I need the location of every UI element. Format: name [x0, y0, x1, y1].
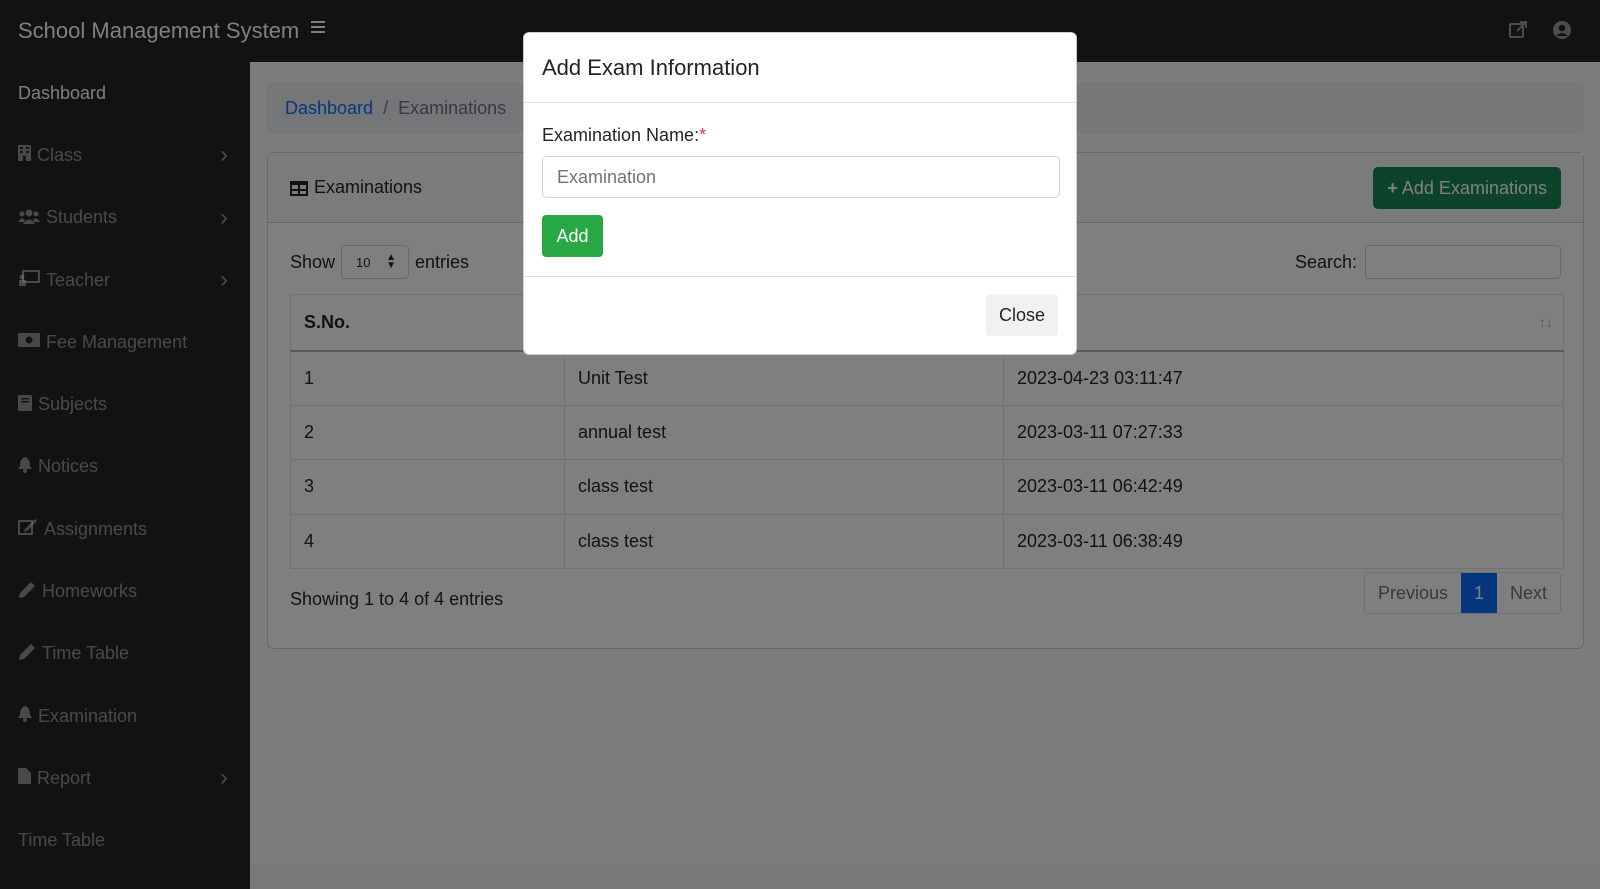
- close-button[interactable]: Close: [986, 294, 1058, 336]
- add-exam-modal: Add Exam Information Examination Name:* …: [523, 32, 1077, 355]
- add-button[interactable]: Add: [542, 215, 603, 257]
- required-mark: *: [699, 125, 707, 145]
- examination-name-input[interactable]: [542, 156, 1060, 198]
- modal-body: Examination Name:* Add: [524, 103, 1076, 277]
- modal-title: Add Exam Information: [542, 54, 760, 80]
- modal-footer: Close: [524, 277, 1076, 355]
- examination-name-label: Examination Name:*: [542, 125, 707, 145]
- modal-header: Add Exam Information: [524, 33, 1076, 103]
